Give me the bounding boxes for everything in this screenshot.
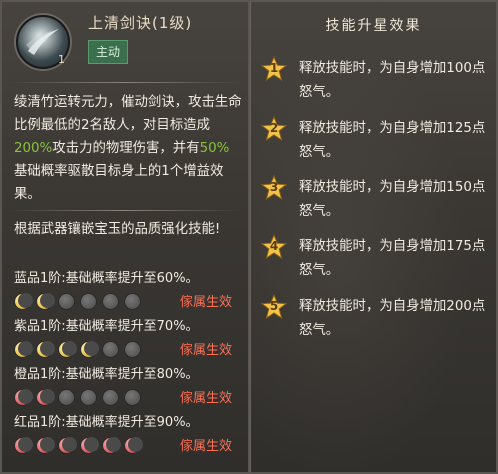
star-effect-text: 释放技能时，为自身增加175点怒气。	[299, 239, 486, 278]
gem-dot	[36, 437, 55, 454]
skill-type-tag: 主动	[88, 40, 129, 64]
star-number: 2	[269, 121, 279, 135]
skill-name: 上清剑诀(1级)	[88, 14, 193, 32]
skill-description: 绫清竹运转元力，催动剑诀，攻击生命比例最低的2名敌人，对目标造成200%攻击力的…	[14, 95, 242, 202]
gem-dot	[58, 293, 75, 310]
tier-label-row: 蓝品1阶:基础概率提升至60%。	[12, 267, 244, 289]
star-effect-text: 释放技能时，为自身增加200点怒气。	[299, 299, 486, 338]
star-upgrade-item: 1 释放技能时，为自身增加100点怒气。	[261, 56, 493, 106]
gem-dot	[14, 437, 33, 454]
damage-percent: 200%	[14, 141, 53, 156]
tier-effect-status: 傢属生效	[179, 391, 232, 406]
gem-dot	[80, 341, 99, 358]
gem-dot	[102, 437, 121, 454]
gem-dot	[124, 389, 141, 406]
gem-dot	[102, 293, 119, 310]
enhance-title: 根据武器镶嵌宝玉的品质强化技能!	[14, 222, 221, 237]
star-number: 5	[269, 299, 279, 313]
tier-label: 橙品1阶:基础概率提升至80%。	[14, 367, 199, 382]
star-number: 1	[269, 61, 279, 75]
description-divider	[10, 210, 240, 211]
skill-level-badge: 1	[58, 53, 65, 66]
gem-dot	[58, 389, 75, 406]
tier-dots: 傢属生效	[14, 339, 242, 359]
star-effect-text: 释放技能时，为自身增加150点怒气。	[299, 180, 486, 219]
tier-label-row: 橙品1阶:基础概率提升至80%。	[12, 363, 244, 385]
star-upgrade-panel: 技能升星效果 1 释放技能时，为自身增加100点怒气。 2 释放技能时，为自身增…	[250, 0, 498, 474]
gem-dot	[36, 389, 55, 406]
star-panel-title: 技能升星效果	[325, 18, 422, 34]
tier-label-row: 红品1阶:基础概率提升至90%。	[12, 411, 244, 433]
star-upgrade-item: 4 释放技能时，为自身增加175点怒气。	[261, 234, 493, 284]
gem-dot	[80, 389, 97, 406]
gem-dot	[58, 437, 77, 454]
dispel-chance: 50%	[199, 141, 230, 156]
star-upgrade-item: 2 释放技能时，为自身增加125点怒气。	[261, 116, 493, 166]
gem-dot	[102, 389, 119, 406]
tier-dots: 傢属生效	[14, 291, 242, 311]
gem-dot	[36, 293, 55, 310]
tier-effect-status: 傢属生效	[179, 439, 232, 454]
tier-dots: 傢属生效	[14, 387, 242, 407]
gem-dot	[80, 437, 99, 454]
star-number: 4	[269, 239, 279, 253]
gem-dot	[58, 341, 77, 358]
gem-dot	[80, 293, 97, 310]
gem-dot	[36, 341, 55, 358]
gem-dot	[102, 341, 119, 358]
tier-dots: 傢属生效	[14, 435, 242, 455]
tier-effect-status: 傢属生效	[179, 295, 232, 310]
tier-label: 红品1阶:基础概率提升至90%。	[14, 415, 199, 430]
gem-dot	[14, 389, 33, 406]
tier-label: 紫品1阶:基础概率提升至70%。	[14, 319, 199, 334]
star-effect-text: 释放技能时，为自身增加125点怒气。	[299, 121, 486, 160]
star-upgrade-item: 3 释放技能时，为自身增加150点怒气。	[261, 175, 493, 225]
header-divider	[10, 82, 240, 83]
star-effect-text: 释放技能时，为自身增加100点怒气。	[299, 61, 486, 100]
tier-label: 蓝品1阶:基础概率提升至60%。	[14, 271, 199, 286]
tier-label-row: 紫品1阶:基础概率提升至70%。	[12, 315, 244, 337]
star-upgrade-item: 5 释放技能时，为自身增加200点怒气。	[261, 294, 493, 344]
gem-dot	[124, 341, 141, 358]
skill-detail-panel: 1 上清剑诀(1级) 主动 绫清竹运转元力，催动剑诀，攻击生命比例最低的2名敌人…	[0, 0, 250, 474]
gem-dot	[14, 293, 33, 310]
gem-dot	[124, 437, 143, 454]
star-number: 3	[269, 180, 279, 194]
tier-effect-status: 傢属生效	[179, 343, 232, 358]
gem-dot	[124, 293, 141, 310]
gem-dot	[14, 341, 33, 358]
